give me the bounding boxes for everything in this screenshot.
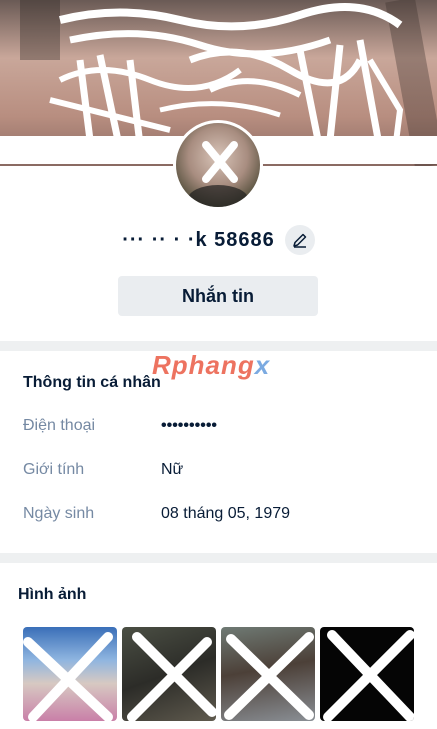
avatar-censor-mark: [188, 141, 248, 207]
info-value: Nữ: [161, 461, 184, 478]
info-row-phone: Điện thoại ••••••••••: [23, 417, 423, 441]
watermark-text-accent: x: [254, 350, 271, 380]
watermark-text-main: Rphang: [152, 350, 255, 380]
photo-thumbnail-3[interactable]: [221, 627, 315, 721]
photos-title: Hình ảnh: [18, 586, 87, 603]
info-label: Ngày sinh: [23, 505, 95, 522]
photo-censor-mark: [23, 632, 113, 721]
info-row-birthday: Ngày sinh 08 tháng 05, 1979: [23, 505, 423, 529]
watermark-logo: Rphangx: [152, 350, 270, 381]
message-button[interactable]: Nhắn tin: [118, 276, 318, 316]
profile-name: ··· ·· · ·k 58686: [122, 228, 275, 251]
personal-info-title: Thông tin cá nhân: [23, 374, 161, 391]
photo-thumbnail-4[interactable]: [320, 627, 414, 721]
photo-grid: [23, 627, 415, 721]
info-value: 08 tháng 05, 1979: [161, 505, 291, 522]
edit-name-button[interactable]: [284, 225, 315, 255]
profile-name-row: ··· ·· · ·k 58686: [0, 222, 437, 258]
info-row-gender: Giới tính Nữ: [23, 461, 423, 485]
info-label: Điện thoại: [23, 417, 96, 434]
photo-censor-mark: [323, 630, 414, 721]
photo-censor-mark: [224, 632, 314, 720]
photo-thumbnail-2[interactable]: [122, 627, 216, 721]
info-label: Giới tính: [23, 461, 85, 478]
pencil-icon: [293, 233, 307, 248]
section-divider: [0, 553, 437, 563]
photo-censor-mark: [127, 632, 216, 721]
photo-thumbnail-1[interactable]: [23, 627, 117, 721]
avatar[interactable]: [173, 120, 263, 210]
info-value: ••••••••••: [161, 417, 218, 434]
